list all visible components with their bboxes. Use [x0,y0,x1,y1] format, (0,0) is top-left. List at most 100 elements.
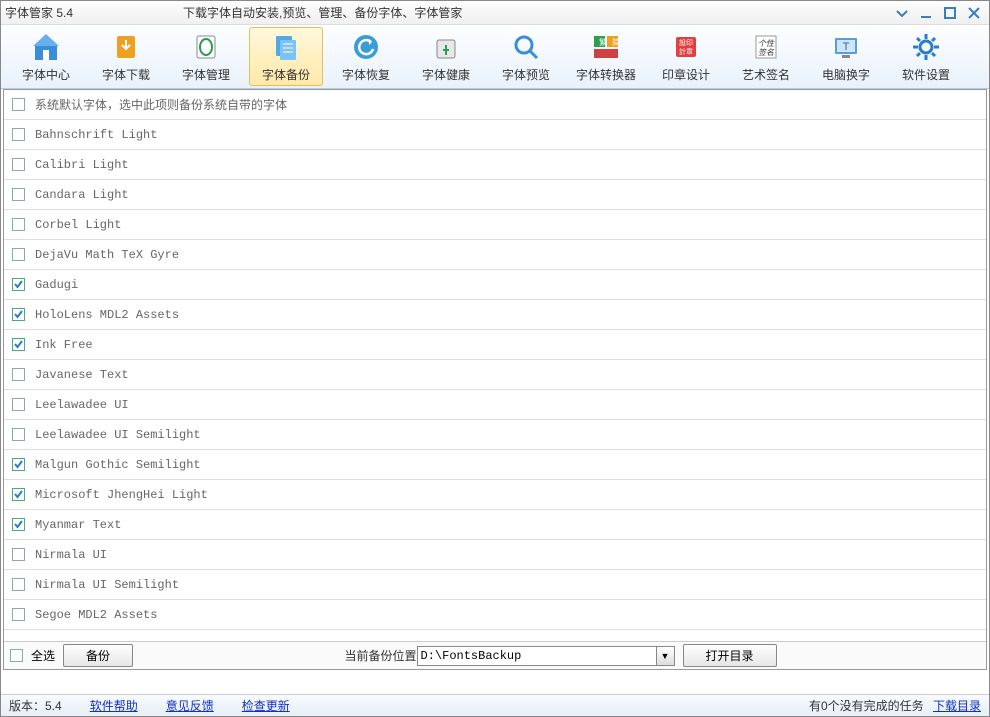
dropdown-icon[interactable] [891,4,913,22]
toolbar-restore[interactable]: 字体恢复 [329,27,403,86]
path-label: 当前备份位置 [345,647,417,664]
toolbar-label: 软件设置 [902,66,950,83]
toolbar-download[interactable]: 字体下载 [89,27,163,86]
toolbar-label: 字体预览 [502,66,550,83]
font-name: Javanese Text [35,368,129,382]
settings-icon [909,30,943,64]
font-row[interactable]: Malgun Gothic Semilight [4,450,986,480]
toolbar-computer-font[interactable]: T 电脑换字 [809,27,883,86]
feedback-link[interactable]: 意见反馈 [166,697,214,714]
font-name: Microsoft JhengHei Light [35,488,208,502]
font-row[interactable]: Calibri Light [4,150,986,180]
font-row[interactable]: Microsoft JhengHei Light [4,480,986,510]
font-row[interactable]: Bahnschrift Light [4,120,986,150]
svg-text:計章: 計章 [679,47,693,56]
main-area: 系统默认字体，选中此项则备份系统自带的字体Bahnschrift LightCa… [3,89,987,670]
toolbar-home[interactable]: 字体中心 [9,27,83,86]
font-row[interactable]: Myanmar Text [4,510,986,540]
font-name: Ink Free [35,338,93,352]
backup-path-input[interactable] [417,646,657,666]
font-row[interactable]: Nirmala UI [4,540,986,570]
path-dropdown-icon[interactable]: ▼ [657,646,675,666]
font-row[interactable]: Gadugi [4,270,986,300]
select-all-checkbox[interactable] [10,649,23,662]
update-link[interactable]: 检查更新 [242,697,290,714]
font-name: Corbel Light [35,218,121,232]
font-checkbox[interactable] [12,428,25,441]
svg-text:T: T [843,41,850,53]
svg-text:設印: 設印 [679,38,693,47]
font-checkbox[interactable] [12,368,25,381]
statusbar: 版本：5.4 软件帮助 意见反馈 检查更新 有0个没有完成的任务 下载目录 [1,694,989,716]
font-row[interactable]: Leelawadee UI Semilight [4,420,986,450]
manage-icon [189,30,223,64]
font-checkbox[interactable] [12,308,25,321]
font-checkbox[interactable] [12,218,25,231]
toolbar-preview[interactable]: 字体预览 [489,27,563,86]
toolbar: 字体中心字体下载字体管理字体备份 字体恢复 字体健康字体预览 繁简字体转换器設印計章印… [1,25,989,89]
computer-font-icon: T [829,30,863,64]
font-row[interactable]: Leelawadee UI [4,390,986,420]
toolbar-health[interactable]: 字体健康 [409,27,483,86]
toolbar-label: 字体转换器 [576,66,636,83]
maximize-icon[interactable] [939,4,961,22]
font-row[interactable]: DejaVu Math TeX Gyre [4,240,986,270]
font-row[interactable]: Ink Free [4,330,986,360]
font-checkbox[interactable] [12,128,25,141]
app-subtitle: 下载字体自动安装,预览、管理、备份字体、字体管家 [183,4,462,21]
font-checkbox[interactable] [12,578,25,591]
font-row[interactable]: 系统默认字体，选中此项则备份系统自带的字体 [4,90,986,120]
font-checkbox[interactable] [12,608,25,621]
font-checkbox[interactable] [12,548,25,561]
font-row[interactable]: Javanese Text [4,360,986,390]
help-link[interactable]: 软件帮助 [90,697,138,714]
download-dir-link[interactable]: 下载目录 [933,699,981,713]
convert-icon: 繁简 [589,30,623,64]
font-name: Candara Light [35,188,129,202]
font-name: Malgun Gothic Semilight [35,458,201,472]
font-name: HoloLens MDL2 Assets [35,308,179,322]
toolbar-convert[interactable]: 繁简字体转换器 [569,27,643,86]
toolbar-label: 艺术签名 [742,66,790,83]
toolbar-signature[interactable]: 个性签名艺术签名 [729,27,803,86]
font-checkbox[interactable] [12,188,25,201]
font-name: Nirmala UI Semilight [35,578,179,592]
font-checkbox[interactable] [12,158,25,171]
font-row[interactable]: Segoe MDL2 Assets [4,600,986,630]
bottom-bar: 全选 备份 当前备份位置 ▼ 打开目录 [4,641,986,669]
font-name: Segoe MDL2 Assets [35,608,157,622]
toolbar-label: 字体备份 [262,66,310,83]
font-checkbox[interactable] [12,248,25,261]
font-row[interactable]: Nirmala UI Semilight [4,570,986,600]
open-dir-button[interactable]: 打开目录 [683,644,777,667]
backup-button[interactable]: 备份 [63,644,133,667]
restore-icon [349,30,383,64]
font-list[interactable]: 系统默认字体，选中此项则备份系统自带的字体Bahnschrift LightCa… [4,90,986,641]
font-row[interactable]: Corbel Light [4,210,986,240]
font-checkbox[interactable] [12,458,25,471]
font-checkbox[interactable] [12,338,25,351]
toolbar-settings[interactable]: 软件设置 [889,27,963,86]
task-status: 有0个没有完成的任务 [809,699,924,713]
titlebar: 字体管家 5.4 下载字体自动安装,预览、管理、备份字体、字体管家 [1,1,989,25]
stamp-icon: 設印計章 [669,30,703,64]
font-checkbox[interactable] [12,488,25,501]
font-checkbox[interactable] [12,278,25,291]
font-checkbox[interactable] [12,398,25,411]
font-name: Nirmala UI [35,548,107,562]
toolbar-label: 电脑换字 [822,66,870,83]
app-title: 字体管家 5.4 [5,4,73,21]
font-checkbox[interactable] [12,98,25,111]
toolbar-label: 字体恢复 [342,66,390,83]
font-row[interactable]: Candara Light [4,180,986,210]
close-icon[interactable] [963,4,985,22]
toolbar-backup[interactable]: 字体备份 [249,27,323,86]
font-name: Leelawadee UI [35,398,129,412]
font-checkbox[interactable] [12,518,25,531]
toolbar-stamp[interactable]: 設印計章印章设计 [649,27,723,86]
toolbar-manage[interactable]: 字体管理 [169,27,243,86]
backup-icon [269,30,303,64]
version-label: 版本：5.4 [9,697,62,714]
minimize-icon[interactable] [915,4,937,22]
font-row[interactable]: HoloLens MDL2 Assets [4,300,986,330]
